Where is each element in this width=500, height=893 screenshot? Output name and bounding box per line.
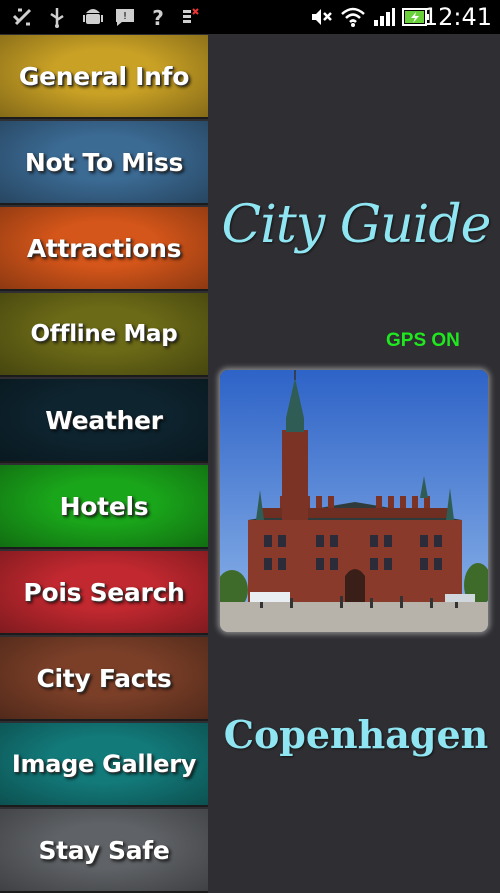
mute-icon bbox=[310, 5, 334, 29]
menu-item-label: Attractions bbox=[26, 233, 182, 263]
menu-item-general-info[interactable]: General Info bbox=[0, 35, 208, 119]
menu-item-city-facts[interactable]: City Facts bbox=[0, 637, 208, 721]
menu-item-weather[interactable]: Weather bbox=[0, 379, 208, 463]
svg-text:!: ! bbox=[123, 11, 127, 22]
wifi-icon bbox=[340, 5, 366, 29]
city-photo[interactable] bbox=[220, 370, 488, 632]
menu-item-offline-map[interactable]: Offline Map bbox=[0, 293, 208, 377]
status-bar: ! ? 12:41 bbox=[0, 0, 500, 34]
menu-item-attractions[interactable]: Attractions bbox=[0, 207, 208, 291]
menu-item-pois-search[interactable]: Pois Search bbox=[0, 551, 208, 635]
menu-item-label: Weather bbox=[45, 405, 163, 435]
gps-status: GPS ON bbox=[386, 330, 460, 351]
usb-icon bbox=[48, 5, 66, 29]
menu-item-stay-safe[interactable]: Stay Safe bbox=[0, 809, 208, 893]
signal-icon bbox=[372, 5, 396, 29]
menu-item-image-gallery[interactable]: Image Gallery bbox=[0, 723, 208, 807]
clock: 12:41 bbox=[422, 3, 492, 31]
menu-item-label: General Info bbox=[18, 61, 190, 91]
svg-text:?: ? bbox=[152, 6, 164, 28]
menu-item-label: Image Gallery bbox=[11, 750, 197, 778]
menu-item-not-to-miss[interactable]: Not To Miss bbox=[0, 121, 208, 205]
battery-alert-icon bbox=[180, 5, 200, 29]
menu-item-label: Stay Safe bbox=[38, 835, 170, 865]
app-title: City Guide bbox=[221, 195, 492, 255]
menu-item-label: Hotels bbox=[59, 491, 149, 521]
city-name: Copenhagen bbox=[223, 712, 489, 757]
menu-item-label: Offline Map bbox=[30, 321, 178, 347]
menu-item-label: Pois Search bbox=[23, 577, 185, 607]
main-menu: General Info Not To Miss Attractions Off… bbox=[0, 35, 208, 893]
menu-item-hotels[interactable]: Hotels bbox=[0, 465, 208, 549]
android-icon bbox=[82, 5, 104, 29]
city-hall-image bbox=[220, 370, 488, 632]
usb-debug-icon bbox=[12, 5, 36, 29]
menu-item-label: Not To Miss bbox=[24, 147, 184, 177]
help-icon: ? bbox=[148, 5, 168, 29]
menu-item-label: City Facts bbox=[36, 663, 172, 693]
message-icon: ! bbox=[114, 5, 136, 29]
